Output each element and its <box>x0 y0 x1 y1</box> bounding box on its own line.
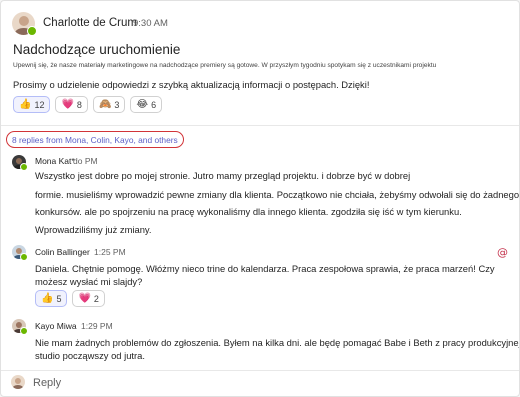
reaction-count: 12 <box>34 99 45 110</box>
laughing-icon: 😂 <box>136 98 149 110</box>
thumbs-up-icon: 👍 <box>41 292 54 304</box>
reply-text-line: studio począwszy od jutra. <box>35 350 145 361</box>
post-time: 9:30 AM <box>133 18 168 29</box>
reaction-heart[interactable]: 💗 8 <box>55 96 88 113</box>
reply-reactions: 👍 5 💗 2 <box>35 290 105 307</box>
post-body: Prosimy o udzielenie odpowiedzi z szybką… <box>13 79 370 90</box>
reply-text-line: możesz wysłać mi slajdy? <box>35 276 143 287</box>
reply-author[interactable]: Mona Kat* <box>35 156 75 166</box>
reply-text-line: Daniela. Chętnie pomogę. Włóżmy nieco tr… <box>35 263 495 274</box>
post-reactions: 👍 12 💗 8 🙈 3 😂 6 <box>13 96 163 113</box>
reply-button[interactable]: Reply <box>33 377 61 389</box>
replies-expand-link[interactable]: 8 replies from Mona, Colin, Kayo, and ot… <box>6 131 184 148</box>
thread-divider <box>1 125 519 126</box>
reaction-heart[interactable]: 💗 2 <box>72 290 105 307</box>
reply-text-line: Nie mam żadnych problemów do zgłoszenia.… <box>35 337 520 348</box>
post-small-text: Upewnij się, że nasze materiały marketin… <box>13 62 437 69</box>
reply-author[interactable]: Kayo Miwa <box>35 321 77 331</box>
heart-icon: 💗 <box>61 98 74 110</box>
presence-available-icon <box>20 163 28 171</box>
reaction-count: 3 <box>114 99 120 110</box>
reaction-count: 6 <box>151 99 157 110</box>
heart-icon: 💗 <box>78 292 91 304</box>
reaction-thumbs-up[interactable]: 👍 12 <box>13 96 51 113</box>
conversation-card: Charlotte de Crum 9:30 AM Nadchodzące ur… <box>0 0 520 397</box>
reply-author[interactable]: Colin Ballinger <box>35 247 90 257</box>
see-no-evil-icon: 🙈 <box>98 98 112 110</box>
thumbs-up-icon: 👍 <box>19 98 32 110</box>
mention-icon: @ <box>497 246 508 259</box>
reply-time: do PM <box>73 156 98 166</box>
reaction-count: 2 <box>93 293 99 304</box>
reaction-laughing[interactable]: 😂 6 <box>130 96 163 113</box>
reply-composer[interactable] <box>1 370 519 396</box>
post-title: Nadchodzące uruchomienie <box>13 42 181 57</box>
presence-available-icon <box>20 327 28 335</box>
reply-time: 1:29 PM <box>81 321 113 331</box>
reply-time: 1:25 PM <box>94 247 126 257</box>
presence-available-icon <box>20 253 28 261</box>
reaction-count: 8 <box>76 99 82 110</box>
reply-text-line: konkursów. ale po spojrzeniu na pracę wy… <box>35 206 462 217</box>
avatar-current-user <box>11 375 25 389</box>
reply-text-line: formie. musieliśmy wprowadzić pewne zmia… <box>35 189 520 200</box>
post-author[interactable]: Charlotte de Crum <box>43 17 137 29</box>
reply-text-line: Wprowadziliśmy już zmiany. <box>35 224 152 235</box>
reply-text-line: Wszystko jest dobre po mojej stronie. Ju… <box>35 170 411 181</box>
reaction-thumbs-up[interactable]: 👍 5 <box>35 290 68 307</box>
reaction-see-no-evil[interactable]: 🙈 3 <box>92 96 126 113</box>
reaction-count: 5 <box>56 293 62 304</box>
presence-available-icon <box>27 26 37 36</box>
